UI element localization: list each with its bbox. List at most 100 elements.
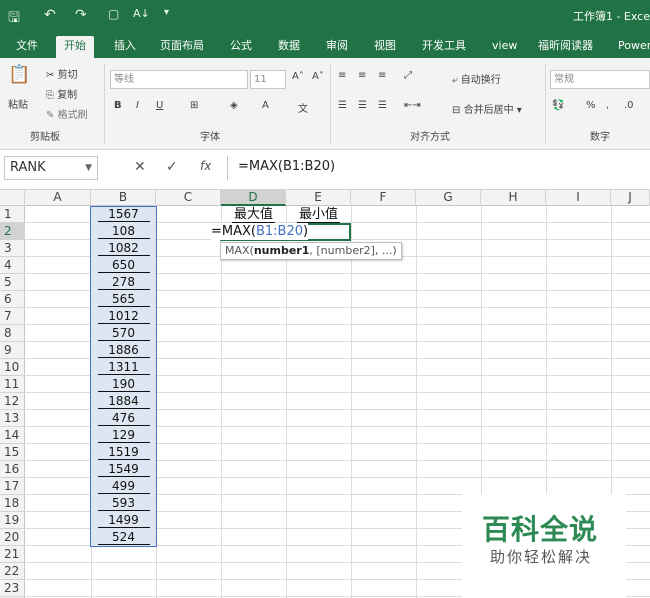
tab-foxit-reader[interactable]: 福昕阅读器 bbox=[530, 36, 601, 58]
align-bottom-icon[interactable]: ≡ bbox=[378, 70, 386, 81]
save-icon[interactable]: 🖫 bbox=[8, 7, 20, 31]
format-painter-button[interactable]: ✎ 格式刷 bbox=[46, 106, 88, 121]
align-left-icon[interactable]: ☰ bbox=[338, 100, 347, 111]
tab-insert[interactable]: 插入 bbox=[106, 36, 144, 58]
column-header-c[interactable]: C bbox=[156, 190, 221, 206]
cell-edit-formula[interactable]: =MAX(B1:B20) bbox=[211, 223, 309, 240]
row-header-4[interactable]: 4 bbox=[0, 257, 25, 274]
orientation-icon[interactable]: ⤢ bbox=[404, 70, 412, 81]
row-header-12[interactable]: 12 bbox=[0, 393, 25, 410]
grow-font-icon[interactable]: A˄ bbox=[292, 71, 304, 82]
row-header-11[interactable]: 11 bbox=[0, 376, 25, 393]
row-header-1[interactable]: 1 bbox=[0, 206, 25, 223]
window-title: 工作簿1 - Exce bbox=[572, 10, 650, 23]
row-header-20[interactable]: 20 bbox=[0, 529, 25, 546]
accounting-format-icon[interactable]: 💱 bbox=[552, 100, 564, 111]
underline-button[interactable]: U bbox=[156, 100, 163, 111]
formula-range-ref: B1:B20 bbox=[255, 224, 304, 239]
row-header-2[interactable]: 2 bbox=[0, 223, 25, 240]
tab-developer[interactable]: 开发工具 bbox=[414, 36, 474, 58]
fill-color-icon[interactable]: ◈ bbox=[230, 100, 238, 111]
cell-d1[interactable]: 最大值 bbox=[221, 206, 286, 223]
row-header-23[interactable]: 23 bbox=[0, 580, 25, 597]
merge-center-button[interactable]: ⊟ 合并后居中 ▾ bbox=[452, 101, 522, 116]
tab-view[interactable]: 视图 bbox=[366, 36, 404, 58]
italic-button[interactable]: I bbox=[136, 100, 139, 111]
row-header-14[interactable]: 14 bbox=[0, 427, 25, 444]
row-header-3[interactable]: 3 bbox=[0, 240, 25, 257]
align-middle-icon[interactable]: ≡ bbox=[358, 70, 366, 81]
customize-toolbar-icon[interactable]: ▾ bbox=[164, 7, 169, 18]
row-header-19[interactable]: 19 bbox=[0, 512, 25, 529]
phonetic-icon[interactable]: 文 bbox=[298, 100, 308, 115]
row-header-5[interactable]: 5 bbox=[0, 274, 25, 291]
align-right-icon[interactable]: ☰ bbox=[378, 100, 387, 111]
font-color-icon[interactable]: A bbox=[262, 100, 269, 111]
align-center-icon[interactable]: ☰ bbox=[358, 100, 367, 111]
tab-page-layout[interactable]: 页面布局 bbox=[152, 36, 212, 58]
row-header-7[interactable]: 7 bbox=[0, 308, 25, 325]
row-header-9[interactable]: 9 bbox=[0, 342, 25, 359]
print-preview-icon[interactable]: ▢ bbox=[108, 7, 119, 21]
row-header-18[interactable]: 18 bbox=[0, 495, 25, 512]
row-header-13[interactable]: 13 bbox=[0, 410, 25, 427]
align-top-icon[interactable]: ≡ bbox=[338, 70, 346, 81]
shrink-font-icon[interactable]: A˅ bbox=[312, 71, 324, 82]
cut-button[interactable]: ✂ 剪切 bbox=[46, 66, 78, 81]
undo-icon[interactable]: ↶ bbox=[44, 7, 56, 23]
tab-review[interactable]: 审阅 bbox=[318, 36, 356, 58]
copy-label: 复制 bbox=[57, 90, 78, 101]
wrap-text-button[interactable]: ⤶ 自动换行 bbox=[452, 71, 501, 86]
column-header-a[interactable]: A bbox=[25, 190, 91, 206]
row-header-15[interactable]: 15 bbox=[0, 444, 25, 461]
format-painter-label: 格式刷 bbox=[57, 110, 88, 121]
row-header-16[interactable]: 16 bbox=[0, 461, 25, 478]
font-name-select[interactable]: 等线 bbox=[110, 70, 248, 89]
insert-function-icon[interactable]: fx bbox=[200, 159, 211, 173]
select-all-corner[interactable] bbox=[0, 190, 25, 206]
column-header-b[interactable]: B bbox=[91, 190, 156, 206]
tab-view-addin[interactable]: view bbox=[484, 36, 525, 58]
column-header-i[interactable]: I bbox=[546, 190, 611, 206]
column-header-d[interactable]: D bbox=[221, 190, 286, 206]
ribbon: 📋 粘贴 ✂ 剪切 ⎘ 复制 ✎ 格式刷 剪贴板 等线 11 A˄ A˅ B I… bbox=[0, 58, 650, 150]
row-header-22[interactable]: 22 bbox=[0, 563, 25, 580]
redo-icon[interactable]: ↷ bbox=[75, 7, 87, 23]
indent-icon[interactable]: ⇤⇥ bbox=[404, 100, 421, 111]
paste-button[interactable]: 粘贴 bbox=[8, 96, 28, 111]
enter-icon[interactable]: ✓ bbox=[166, 159, 178, 175]
copy-button[interactable]: ⎘ 复制 bbox=[46, 86, 77, 101]
gridline bbox=[416, 206, 417, 598]
comma-button[interactable]: , bbox=[606, 100, 609, 111]
column-header-f[interactable]: F bbox=[351, 190, 416, 206]
formula-prefix: =MAX( bbox=[211, 224, 256, 239]
increase-decimal-icon[interactable]: .0 bbox=[624, 100, 634, 111]
bold-button[interactable]: B bbox=[114, 100, 122, 111]
column-header-h[interactable]: H bbox=[481, 190, 546, 206]
row-header-6[interactable]: 6 bbox=[0, 291, 25, 308]
name-box[interactable]: RANK ▼ bbox=[4, 156, 98, 180]
cancel-icon[interactable]: ✕ bbox=[134, 159, 146, 175]
paste-icon[interactable]: 📋 bbox=[8, 64, 30, 85]
border-icon[interactable]: ⊞ bbox=[190, 100, 198, 111]
column-header-j[interactable]: J bbox=[611, 190, 650, 206]
column-header-g[interactable]: G bbox=[416, 190, 481, 206]
chevron-down-icon[interactable]: ▼ bbox=[85, 157, 92, 179]
row-header-8[interactable]: 8 bbox=[0, 325, 25, 342]
column-header-e[interactable]: E bbox=[286, 190, 351, 206]
row-header-17[interactable]: 17 bbox=[0, 478, 25, 495]
tab-formulas[interactable]: 公式 bbox=[222, 36, 260, 58]
row-header-21[interactable]: 21 bbox=[0, 546, 25, 563]
cell-e1[interactable]: 最小值 bbox=[286, 206, 351, 223]
percent-button[interactable]: % bbox=[586, 100, 596, 111]
tab-file[interactable]: 文件 bbox=[8, 36, 46, 58]
formula-input[interactable]: =MAX(B1:B20) bbox=[227, 156, 650, 180]
tab-power[interactable]: Power bbox=[610, 36, 650, 58]
font-size-select[interactable]: 11 bbox=[250, 70, 286, 89]
number-format-select[interactable]: 常规 bbox=[550, 70, 650, 89]
sort-icon[interactable]: A↓ bbox=[133, 7, 150, 20]
tab-data[interactable]: 数据 bbox=[270, 36, 308, 58]
row-header-10[interactable]: 10 bbox=[0, 359, 25, 376]
ribbon-tabs: 文件 开始 插入 页面布局 公式 数据 审阅 视图 开发工具 view 福昕阅读… bbox=[0, 33, 650, 58]
tab-home[interactable]: 开始 bbox=[56, 36, 94, 58]
